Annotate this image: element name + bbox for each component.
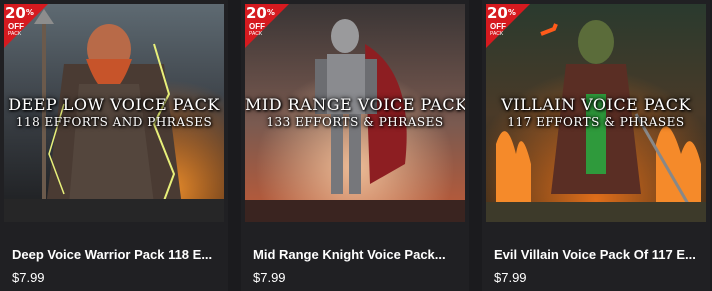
badge-pack-label: PACK xyxy=(490,31,504,37)
product-grid: DEEP LOW VOICE PACK 118 EFFORTS AND PHRA… xyxy=(0,0,712,291)
product-thumbnail[interactable]: DEEP LOW VOICE PACK 118 EFFORTS AND PHRA… xyxy=(4,4,224,222)
discount-badge: 20% OFF PACK xyxy=(4,4,48,48)
product-name[interactable]: Evil Villain Voice Pack Of 117 E... xyxy=(494,247,699,262)
badge-off-label: OFF xyxy=(8,22,24,31)
product-price: $7.99 xyxy=(253,270,286,285)
badge-pack-label: PACK xyxy=(249,31,263,37)
badge-percent: 20% xyxy=(487,4,516,22)
product-thumbnail[interactable]: VILLAIN VOICE PACK 117 EFFORTS & PHRASES… xyxy=(486,4,706,222)
discount-badge: 20% OFF PACK xyxy=(486,4,530,48)
badge-off-label: OFF xyxy=(249,22,265,31)
product-name[interactable]: Deep Voice Warrior Pack 118 E... xyxy=(12,247,217,262)
badge-percent: 20% xyxy=(5,4,34,22)
product-thumbnail[interactable]: MID RANGE VOICE PACK 133 EFFORTS & PHRAS… xyxy=(245,4,465,222)
badge-pack-label: PACK xyxy=(8,31,22,37)
product-name[interactable]: Mid Range Knight Voice Pack... xyxy=(253,247,458,262)
badge-corner-shape xyxy=(486,4,530,48)
discount-badge: 20% OFF PACK xyxy=(245,4,289,48)
product-price: $7.99 xyxy=(12,270,45,285)
badge-corner-shape xyxy=(245,4,289,48)
product-card-evil-villain[interactable]: VILLAIN VOICE PACK 117 EFFORTS & PHRASES… xyxy=(482,0,710,291)
product-card-deep-voice-warrior[interactable]: DEEP LOW VOICE PACK 118 EFFORTS AND PHRA… xyxy=(0,0,228,291)
product-price: $7.99 xyxy=(494,270,527,285)
badge-off-label: OFF xyxy=(490,22,506,31)
badge-corner-shape xyxy=(4,4,48,48)
product-card-mid-range-knight[interactable]: MID RANGE VOICE PACK 133 EFFORTS & PHRAS… xyxy=(241,0,469,291)
badge-percent: 20% xyxy=(246,4,275,22)
